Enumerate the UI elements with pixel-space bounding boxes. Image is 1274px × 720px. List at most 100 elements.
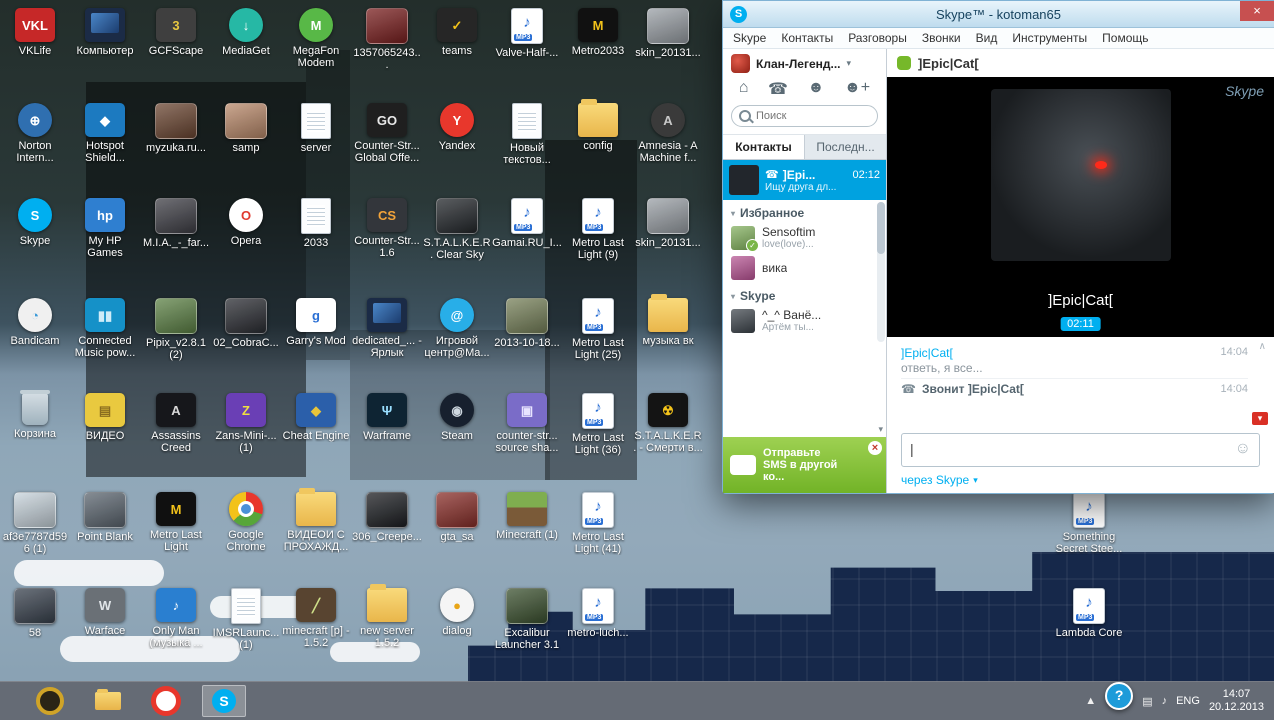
home-button[interactable]: ⌂ [739, 79, 749, 99]
desktop-icon[interactable]: ▣ counter-str... source sha... [492, 393, 562, 454]
desktop-icon[interactable]: 58 [0, 588, 70, 639]
desktop-icon[interactable]: ▮▮ Connected Music pow... [70, 298, 140, 359]
menu-item[interactable]: Инструменты [1012, 31, 1087, 45]
desktop-icon[interactable]: S Skype [0, 198, 70, 247]
self-profile[interactable]: Клан-Легенд... ▾ [723, 49, 886, 76]
menu-item[interactable]: Контакты [781, 31, 833, 45]
menu-item[interactable]: Помощь [1102, 31, 1148, 45]
desktop-icon[interactable]: S.T.A.L.K.E.R. Clear Sky [422, 198, 492, 261]
contact-row[interactable]: ^_^ Ванё... Артём ты... [723, 306, 886, 336]
desktop-icon[interactable]: ╱ minecraft [p] - 1.5.2 [281, 588, 351, 649]
sms-banner[interactable]: Отправьте SMS в другой ко... × [723, 437, 886, 493]
desktop-icon[interactable]: ♪ MP3 Metro Last Light (9) [563, 198, 633, 261]
desktop-icon[interactable]: 3 GCFScape [141, 8, 211, 57]
desktop-icon[interactable]: ◆ Cheat Engine [281, 393, 351, 442]
taskbar-icon-explorer[interactable] [86, 685, 130, 717]
tab-contacts[interactable]: Контакты [723, 135, 805, 159]
desktop-icon[interactable]: gta_sa [422, 492, 492, 543]
language-indicator[interactable]: ENG [1176, 695, 1200, 707]
desktop-icon[interactable]: @ Игровой центр@Ma... [422, 298, 492, 359]
desktop-icon[interactable]: 306_Creepe... [352, 492, 422, 543]
desktop-icon[interactable]: W Warface [70, 588, 140, 637]
scrollbar[interactable] [877, 202, 885, 342]
desktop-icon[interactable]: config [563, 99, 633, 152]
desktop-icon[interactable]: M Metro2033 [563, 8, 633, 57]
desktop-icon[interactable]: skin_20131... [633, 198, 703, 249]
desktop-icon[interactable]: ✓ teams [422, 8, 492, 57]
desktop-icon[interactable]: ♪ MP3 Metro Last Light (41) [563, 492, 633, 555]
desktop-icon[interactable]: ⊕ Norton Intern... [0, 103, 70, 164]
desktop-icon[interactable]: Pipix_v2.8.1 (2) [141, 298, 211, 361]
desktop-icon[interactable]: 1357065243... [352, 8, 422, 71]
desktop-icon[interactable]: server [281, 103, 351, 154]
desktop-icon[interactable]: O Opera [211, 198, 281, 247]
menu-item[interactable]: Разговоры [848, 31, 907, 45]
desktop-icon[interactable]: ♪ MP3 Valve-Half-... [492, 8, 562, 59]
title-bar[interactable]: S Skype™ - kotoman65 × [723, 1, 1274, 28]
active-call-list-item[interactable]: ☎ ]Epi... 02:12 Ищу друга дл... [723, 160, 886, 200]
emoticon-button[interactable]: ☺ [1235, 440, 1251, 458]
desktop-icon[interactable]: ♪ MP3 Metro Last Light (36) [563, 393, 633, 456]
desktop-icon[interactable]: Y Yandex [422, 103, 492, 152]
desktop-icon[interactable]: Point Blank [70, 492, 140, 543]
contacts-button[interactable]: ☻ [808, 79, 825, 99]
close-button[interactable]: × [1240, 1, 1274, 21]
scroll-down-arrow[interactable]: ▾ [878, 424, 883, 435]
contact-group-header[interactable]: ▾ Skype [723, 283, 886, 306]
contact-row[interactable]: вика [723, 253, 886, 283]
hidden-icons-chevron[interactable]: ▲ [1085, 695, 1096, 707]
desktop-icon[interactable]: M Metro Last Light [141, 492, 211, 553]
desktop-icon[interactable]: 2033 [281, 198, 351, 249]
taskbar-icon-opera[interactable] [144, 685, 188, 717]
desktop-icon[interactable]: ◆ Hotspot Shield... [70, 103, 140, 164]
desktop-icon[interactable]: Ψ Warframe [352, 393, 422, 442]
desktop-icon[interactable]: ♪ Only Man (музыка ... [141, 588, 211, 649]
taskbar-icon-skype[interactable]: S [202, 685, 246, 717]
add-contact-button[interactable]: ☻+ [844, 79, 870, 99]
contact-row[interactable]: ✓ Sensoftim love(love)... [723, 223, 886, 253]
desktop-icon[interactable]: ♪ MP3 metro-luch... [563, 588, 633, 639]
desktop-icon[interactable]: Новый текстов... [492, 103, 562, 166]
desktop-icon[interactable]: M MegaFon Modem [281, 8, 351, 69]
help-pointer-icon[interactable]: ? [1105, 682, 1134, 710]
volume-icon[interactable]: ♪ [1162, 695, 1168, 707]
via-skype-selector[interactable]: через Skype ▾ [887, 471, 1274, 493]
desktop-icon[interactable]: ♪ MP3 Lambda Core [1054, 588, 1124, 639]
banner-close-icon[interactable]: × [868, 441, 882, 455]
desktop-icon[interactable]: VKL VKLife [0, 8, 70, 57]
desktop-icon[interactable]: skin_20131... [633, 8, 703, 59]
desktop-icon[interactable]: A Amnesia - A Machine f... [633, 103, 703, 164]
clock[interactable]: 14:07 20.12.2013 [1209, 688, 1264, 714]
message-input[interactable]: | ☺ [901, 433, 1260, 467]
desktop-icon[interactable]: 2013-10-18... [492, 298, 562, 349]
desktop-icon[interactable]: ◔ Bandicam [0, 298, 70, 347]
desktop-icon[interactable]: музыка вк [633, 294, 703, 347]
desktop-icon[interactable]: ☢ S.T.A.L.K.E.R. - Смерти в... [633, 393, 703, 454]
desktop-icon[interactable]: myzuka.ru... [141, 103, 211, 154]
desktop-icon[interactable]: A Assassins Creed [141, 393, 211, 454]
desktop-icon[interactable]: ◉ Steam [422, 393, 492, 442]
search-box[interactable] [731, 105, 878, 127]
scrollbar-thumb[interactable] [877, 202, 885, 254]
desktop-icon[interactable]: samp [211, 103, 281, 154]
desktop-icon[interactable]: IMSRLaunc... (1) [211, 588, 281, 651]
desktop-icon[interactable]: ВИДЕОИ С ПРОХАЖД... [281, 488, 351, 553]
desktop-icon[interactable]: Minecraft (1) [492, 492, 562, 541]
desktop-icon[interactable]: 02_CobraC... [211, 298, 281, 349]
scroll-up-arrow[interactable]: ∧ [1259, 341, 1266, 352]
call-phones-button[interactable]: ☎ [768, 79, 788, 99]
tab-recent[interactable]: Последн... [805, 135, 886, 159]
desktop-icon[interactable]: ▤ ВИДЕО [70, 393, 140, 442]
desktop-icon[interactable]: ♪ MP3 Gamai.RU_I... [492, 198, 562, 249]
desktop-icon[interactable]: ♪ MP3 Something Secret Stee... [1054, 492, 1124, 555]
desktop-icon[interactable]: CS Counter-Str... 1.6 [352, 198, 422, 259]
desktop-icon[interactable]: dedicated_... - Ярлык [352, 298, 422, 359]
desktop-icon[interactable]: Корзина [0, 390, 70, 440]
desktop-icon[interactable]: g Garry's Mod [281, 298, 351, 347]
desktop-icon[interactable]: GO Counter-Str... Global Offe... [352, 103, 422, 164]
desktop-icon[interactable]: Google Chrome [211, 492, 281, 553]
contact-group-header[interactable]: ▾ Избранное [723, 200, 886, 223]
display-icon[interactable]: ▤ [1142, 695, 1152, 708]
search-input[interactable] [731, 105, 878, 127]
desktop-icon[interactable]: ↓ MediaGet [211, 8, 281, 57]
